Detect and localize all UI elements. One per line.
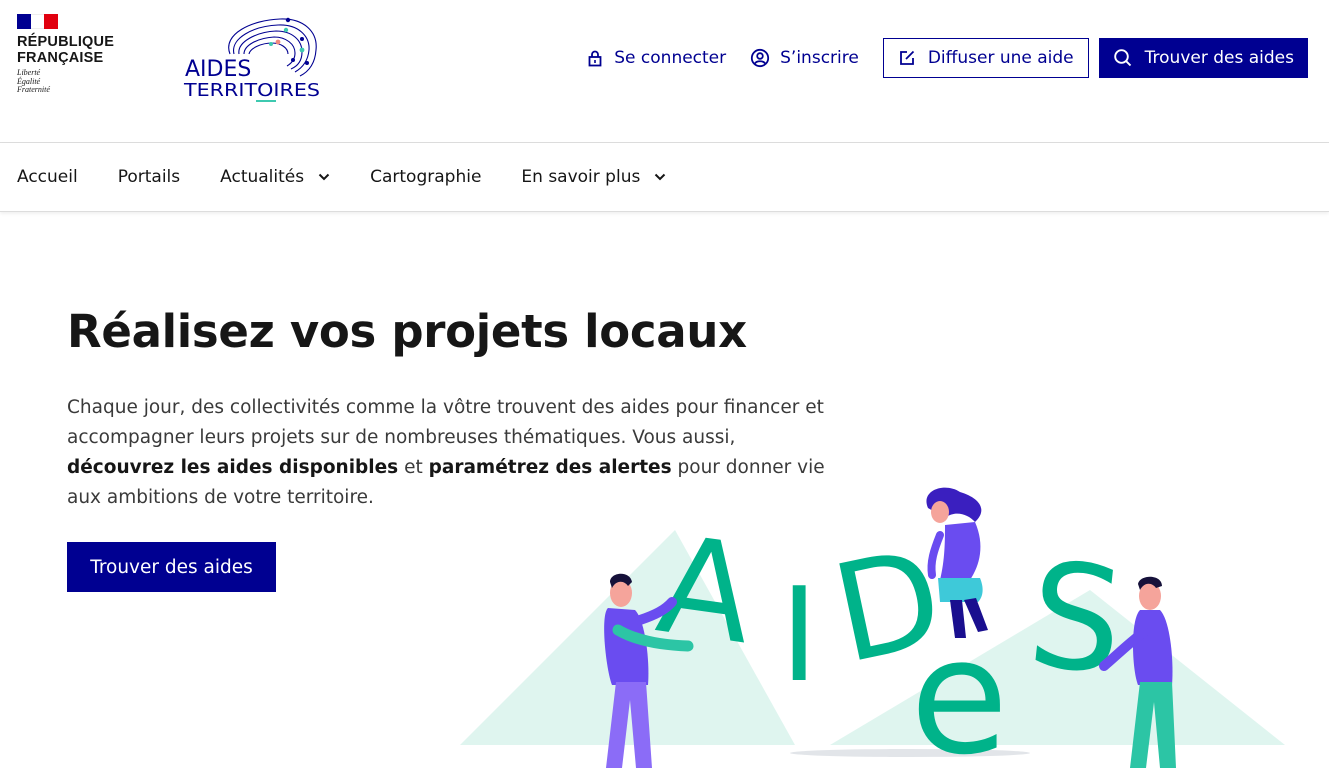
nav-item-label: Accueil xyxy=(17,167,78,187)
main-nav: Accueil Portails Actualités Cartographie… xyxy=(0,143,1329,212)
hero-title: Réalisez vos projets locaux xyxy=(67,305,747,358)
site-logo-line2: TERRITOIRES xyxy=(183,81,320,101)
hero-illustration: A I D e S xyxy=(440,470,1329,768)
aides-territoires-logo-icon: AIDES TERRITOIRES xyxy=(183,17,320,102)
hero-text-part: Chaque jour, des collectivités comme la … xyxy=(67,397,824,448)
republique-francaise-logo[interactable]: RÉPUBLIQUE FRANÇAISE Liberté Égalité Fra… xyxy=(17,14,137,95)
post-aid-button[interactable]: Diffuser une aide xyxy=(882,38,1089,78)
nav-item-label: Actualités xyxy=(220,167,305,187)
letter-i: I xyxy=(780,559,818,711)
nav-item-cartographie[interactable]: Cartographie xyxy=(370,167,481,187)
nav-item-label: En savoir plus xyxy=(521,167,641,187)
aides-illustration-icon: A I D e S xyxy=(460,487,1285,768)
post-aid-label: Diffuser une aide xyxy=(927,48,1074,68)
lock-icon xyxy=(588,50,602,67)
aides-territoires-logo[interactable]: AIDES TERRITOIRES xyxy=(182,14,324,106)
nav-item-portails[interactable]: Portails xyxy=(118,167,180,187)
login-link[interactable]: Se connecter xyxy=(574,38,738,78)
nav-item-label: Portails xyxy=(117,167,181,187)
find-aids-header-label: Trouver des aides xyxy=(1144,48,1294,68)
search-icon xyxy=(1113,49,1131,67)
hero-text-bold-discover: découvrez les aides disponibles xyxy=(67,457,399,478)
marianne-flag-icon xyxy=(17,14,59,29)
find-aids-header-button[interactable]: Trouver des aides xyxy=(1098,38,1308,78)
register-label: S’inscrire xyxy=(780,48,859,68)
letter-s: S xyxy=(1021,530,1130,708)
hero-text-part: et xyxy=(398,457,429,478)
gov-name: RÉPUBLIQUE FRANÇAISE xyxy=(17,34,137,66)
site-logo-line1: AIDES xyxy=(185,57,251,82)
find-aids-hero-label: Trouver des aides xyxy=(90,556,253,578)
edit-icon xyxy=(899,50,914,65)
user-icon xyxy=(751,48,770,68)
register-link[interactable]: S’inscrire xyxy=(738,38,871,78)
login-label: Se connecter xyxy=(614,48,727,68)
chevron-down-icon xyxy=(318,173,330,181)
find-aids-hero-button[interactable]: Trouver des aides xyxy=(67,542,276,592)
motto-fraternite: Fraternité xyxy=(17,85,50,94)
nav-item-actualites[interactable]: Actualités xyxy=(220,167,330,187)
gov-name-line2: FRANÇAISE xyxy=(17,50,104,66)
nav-item-label: Cartographie xyxy=(370,167,482,187)
site-header: RÉPUBLIQUE FRANÇAISE Liberté Égalité Fra… xyxy=(0,0,1329,143)
header-tools: Se connecter S’inscrire Diffuser une aid… xyxy=(574,38,1308,78)
nav-item-accueil[interactable]: Accueil xyxy=(17,167,78,187)
gov-name-line1: RÉPUBLIQUE xyxy=(17,34,115,50)
nav-item-en-savoir-plus[interactable]: En savoir plus xyxy=(521,167,666,187)
gov-motto: Liberté Égalité Fraternité xyxy=(17,68,137,95)
chevron-down-icon xyxy=(655,173,666,181)
